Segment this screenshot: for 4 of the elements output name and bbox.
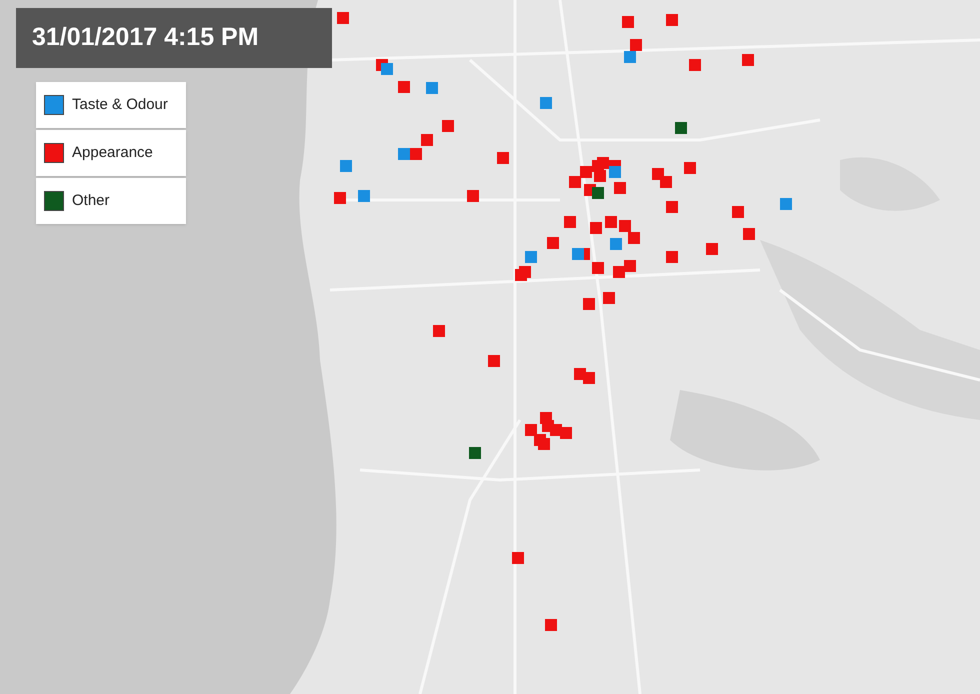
legend-label: Appearance bbox=[72, 142, 153, 163]
legend-label: Other bbox=[72, 190, 110, 211]
legend-label: Taste & Odour bbox=[72, 94, 168, 115]
date-time-label: 31/01/2017 4:15 PM bbox=[16, 8, 332, 68]
